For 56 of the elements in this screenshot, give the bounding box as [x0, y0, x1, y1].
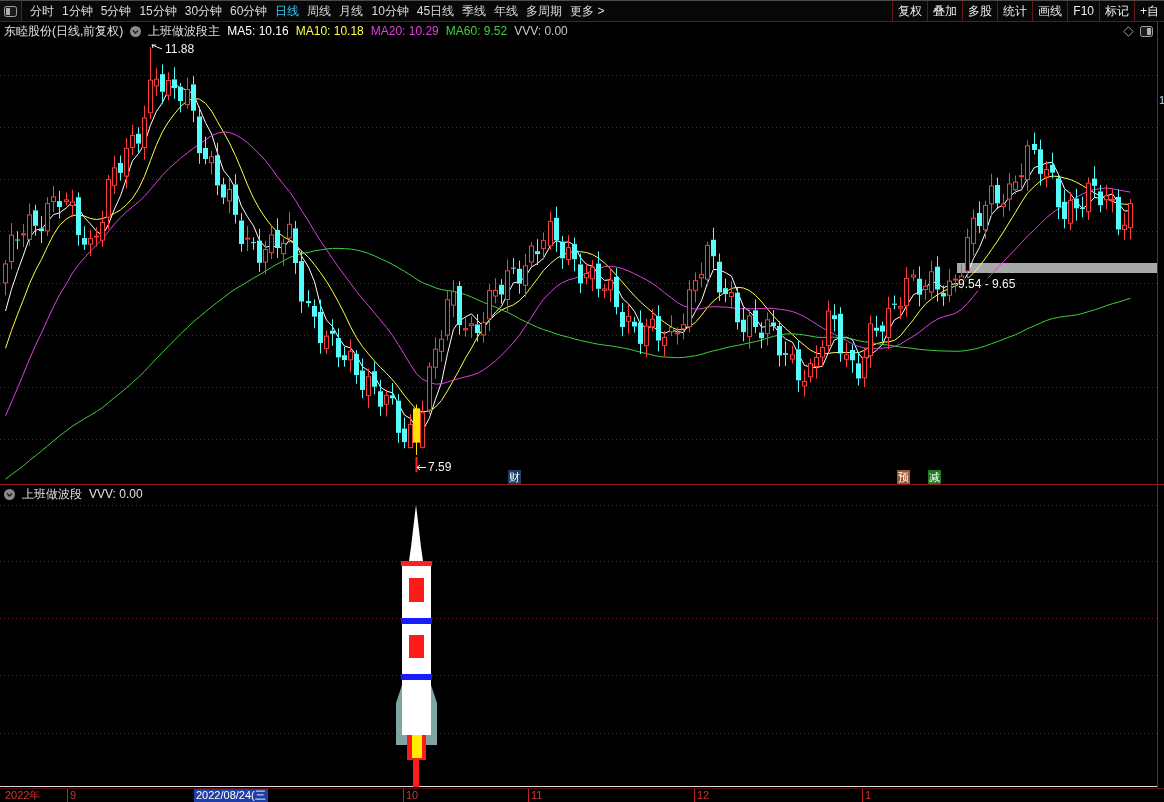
indicator-name: 上班做波段主 — [148, 24, 221, 38]
period-tab[interactable]: 年线 — [490, 1, 523, 21]
month-label: 1 — [862, 789, 874, 802]
toolbar-button[interactable]: 标记 — [1099, 1, 1134, 21]
period-tab[interactable]: 60分钟 — [226, 1, 272, 21]
toolbar-button[interactable]: 复权 — [892, 1, 928, 21]
toolbar-button[interactable]: 画线 — [1032, 1, 1068, 21]
signal-bar — [413, 404, 420, 456]
period-tab[interactable]: 分时 — [26, 1, 58, 21]
stock-title: 东睦股份(日线,前复权) — [4, 24, 124, 38]
indicator-value: VVV: 0.00 — [514, 24, 568, 38]
period-tab[interactable]: 1分钟 — [58, 1, 97, 21]
period-tab[interactable]: 5分钟 — [96, 1, 136, 21]
event-badge[interactable]: 减 — [928, 470, 941, 484]
diamond-icon[interactable] — [1123, 25, 1134, 37]
chevron-down-icon[interactable] — [4, 488, 15, 500]
period-tab[interactable]: 周线 — [303, 1, 336, 21]
indicator-name: 上班做波段 — [22, 487, 82, 501]
indicator-value: VVV: 0.00 — [89, 487, 143, 501]
low-price-label: 7.59 — [428, 461, 452, 474]
period-tab[interactable]: 日线 — [271, 1, 304, 21]
arrow-icon — [151, 44, 163, 52]
more-menu[interactable]: 更多 > — [566, 1, 609, 21]
period-tab[interactable]: 10分钟 — [367, 1, 413, 21]
cursor-date-label: 2022/08/24(三 — [194, 789, 268, 802]
chevron-down-icon[interactable] — [130, 25, 142, 37]
sidebar-toggle-icon[interactable] — [4, 5, 17, 17]
toolbar-button[interactable]: F10 — [1067, 1, 1099, 21]
arrow-icon — [416, 464, 426, 471]
indicator-value: MA10: 10.18 — [295, 24, 364, 38]
period-tab[interactable]: 30分钟 — [180, 1, 227, 21]
period-tab[interactable]: 月线 — [335, 1, 368, 21]
year-label: 2022年 — [4, 789, 42, 802]
panel-toggle-icon[interactable] — [1140, 25, 1153, 37]
price-range-label: 9.54 - 9.65 — [958, 278, 1016, 291]
toolbar-button[interactable]: 统计 — [997, 1, 1033, 21]
indicator-value: MA60: 9.52 — [445, 24, 508, 38]
event-badge[interactable]: 预 — [897, 470, 910, 484]
toolbar-button[interactable]: 多股 — [962, 1, 998, 21]
indicator-value: MA20: 10.29 — [370, 24, 439, 38]
period-tab[interactable]: 多周期 — [522, 1, 567, 21]
toolbar-button[interactable]: 叠加 — [927, 1, 963, 21]
period-tab[interactable]: 45日线 — [412, 1, 459, 21]
indicator-value: MA5: 10.16 — [227, 24, 289, 38]
period-tab[interactable]: 15分钟 — [135, 1, 181, 21]
sidebar-toggle-button[interactable] — [0, 1, 22, 21]
month-label: 9 — [67, 789, 79, 802]
event-badge[interactable]: 财 — [508, 470, 521, 484]
high-price-label: 11.88 — [165, 43, 195, 56]
period-tab[interactable]: 季线 — [458, 1, 491, 21]
month-label: 10 — [403, 789, 421, 802]
price-axis-label: 1 — [1159, 94, 1164, 106]
month-label: 11 — [528, 789, 545, 802]
low-marker-line — [415, 456, 418, 473]
toolbar-button[interactable]: +自 — [1134, 1, 1164, 21]
month-label: 12 — [694, 789, 712, 802]
